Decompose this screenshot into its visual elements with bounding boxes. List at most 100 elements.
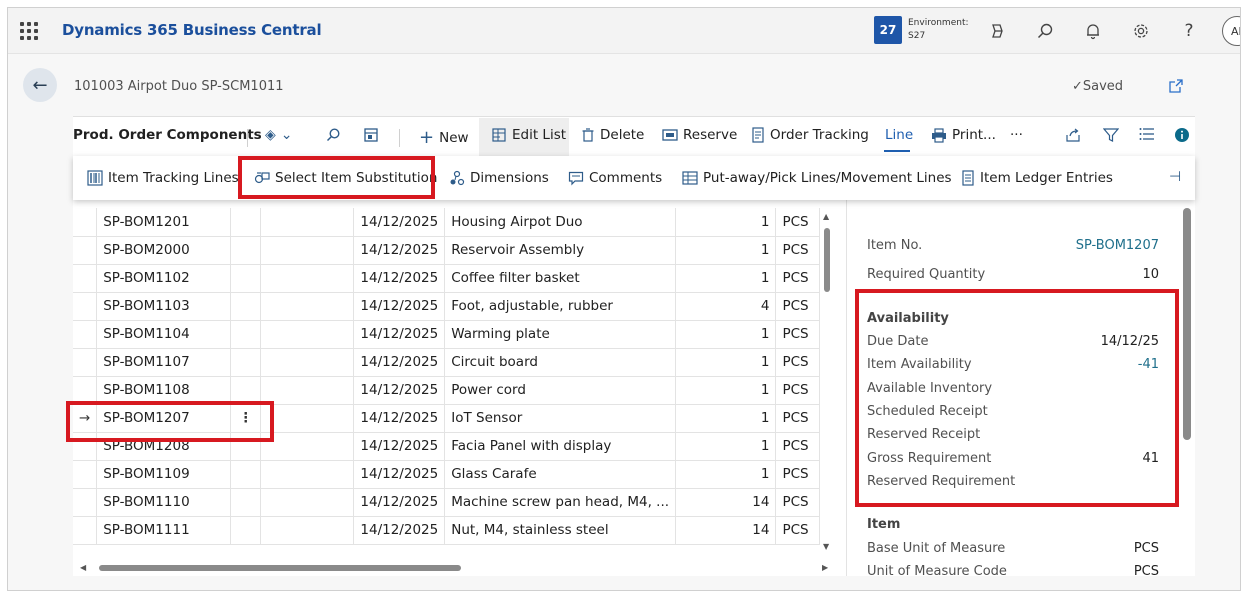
edit-list-label: Edit List xyxy=(512,127,567,143)
table-row[interactable]: SP-BOM1104 14/12/2025 Warming plate 1 PCS xyxy=(73,320,820,349)
due-date-cell: 14/12/2025 xyxy=(353,432,446,461)
item-no-link[interactable]: SP-BOM1207 xyxy=(1076,238,1159,253)
back-button[interactable]: ← xyxy=(23,68,57,102)
info-icon xyxy=(1175,128,1189,142)
open-new-window-icon[interactable] xyxy=(1168,78,1184,98)
table-row[interactable]: SP-BOM1208 14/12/2025 Facia Panel with dis… xyxy=(73,432,820,461)
table-row[interactable]: SP-BOM1110 14/12/2025 Machine screw pan he… xyxy=(73,488,820,517)
row-indicator xyxy=(73,460,98,489)
copilot-icon[interactable] xyxy=(986,20,1008,42)
print-button[interactable]: Print... xyxy=(931,127,996,143)
line-menu-tab[interactable]: Line xyxy=(885,127,913,143)
gear-icon[interactable] xyxy=(1130,20,1152,42)
table-row[interactable]: SP-BOM1103 14/12/2025 Foot, adjustable, ru… xyxy=(73,292,820,321)
edit-list-button[interactable]: Edit List xyxy=(491,127,566,143)
table-row[interactable]: SP-BOM1102 14/12/2025 Coffee filter basket… xyxy=(73,264,820,293)
vertical-scroll-thumb[interactable] xyxy=(824,228,830,292)
factbox-info-button[interactable] xyxy=(1174,127,1190,143)
uom-cell: PCS xyxy=(775,236,820,265)
more-actions-button[interactable]: ··· xyxy=(1010,127,1023,143)
due-date-cell: 14/12/2025 xyxy=(353,404,446,433)
row-actions-cell xyxy=(230,488,262,517)
scroll-left-icon[interactable]: ◀ xyxy=(80,563,86,572)
row-indicator xyxy=(73,376,98,405)
list-icon xyxy=(1139,128,1154,140)
table-row[interactable]: SP-BOM1201 14/12/2025 Housing Airpot Duo 1 P… xyxy=(73,208,820,237)
new-button[interactable]: + New xyxy=(419,127,469,148)
list-view-button[interactable] xyxy=(1139,127,1155,141)
share-button[interactable] xyxy=(1065,127,1081,143)
reserved-receipt-label: Reserved Receipt xyxy=(867,427,981,442)
due-date-cell: 14/12/2025 xyxy=(353,488,446,517)
factbox-scroll-thumb[interactable] xyxy=(1183,208,1191,440)
item-no-cell: SP-BOM1102 xyxy=(96,264,232,293)
blank-cell xyxy=(260,264,355,293)
blank-cell xyxy=(260,404,355,433)
printer-icon xyxy=(932,127,946,143)
table-row[interactable]: SP-BOM1107 14/12/2025 Circuit board 1 PCS xyxy=(73,348,820,377)
delete-button[interactable]: Delete xyxy=(581,127,644,143)
comments-button[interactable]: Comments xyxy=(568,170,662,186)
item-no-cell: SP-BOM1108 xyxy=(96,376,232,405)
item-ledger-entries-button[interactable]: Item Ledger Entries xyxy=(961,170,1113,186)
order-tracking-button[interactable]: Order Tracking xyxy=(751,127,869,143)
description-cell: Coffee filter basket xyxy=(444,264,677,293)
dimensions-button[interactable]: Dimensions xyxy=(449,170,549,186)
divider xyxy=(399,129,400,147)
scroll-up-icon[interactable]: ▲ xyxy=(823,212,829,221)
grid-vertical-scrollbar[interactable]: ▲ ▼ xyxy=(820,208,834,564)
edit-list-icon xyxy=(492,128,506,142)
item-no-label: Item No. xyxy=(867,238,923,253)
horizontal-scroll-thumb[interactable] xyxy=(99,565,461,571)
filter-button[interactable] xyxy=(1103,127,1119,143)
item-availability-link[interactable]: -41 xyxy=(1138,357,1159,372)
app-title[interactable]: Dynamics 365 Business Central xyxy=(62,21,322,39)
factbox-reserved-receipt: Reserved Receipt xyxy=(867,427,1159,442)
action-bar: Prod. Order Components ◈ ⌄ + New Edit Li… xyxy=(73,116,1195,157)
description-cell: Housing Airpot Duo xyxy=(444,208,677,237)
ledger-icon xyxy=(962,170,974,186)
due-date-cell: 14/12/2025 xyxy=(353,236,446,265)
reserve-button[interactable]: Reserve xyxy=(662,127,737,143)
required-qty-label: Required Quantity xyxy=(867,267,986,282)
due-date-value: 14/12/25 xyxy=(1100,334,1159,349)
item-no-cell: SP-BOM1111 xyxy=(96,516,232,545)
help-icon[interactable]: ? xyxy=(1178,20,1200,42)
bell-icon[interactable] xyxy=(1082,20,1104,42)
substitution-icon xyxy=(254,172,270,184)
factbox-gross-requirement: Gross Requirement 41 xyxy=(867,451,1159,466)
blank-cell xyxy=(260,348,355,377)
factbox-item-availability: Item Availability -41 xyxy=(867,357,1159,372)
search-button[interactable] xyxy=(325,127,341,143)
scroll-down-icon[interactable]: ▼ xyxy=(823,542,829,551)
select-item-substitution-button[interactable]: Select Item Substitution xyxy=(254,170,437,186)
avatar[interactable]: Al xyxy=(1222,16,1240,46)
environment-badge[interactable]: 27 xyxy=(874,16,902,44)
grid-horizontal-scrollbar[interactable]: ◀ ▶ xyxy=(80,562,830,574)
uom-cell: PCS xyxy=(775,376,820,405)
scroll-right-icon[interactable]: ▶ xyxy=(822,563,828,572)
putaway-pick-lines-button[interactable]: Put-away/Pick Lines/Movement Lines xyxy=(682,170,952,186)
table-row[interactable]: SP-BOM1111 14/12/2025 Nut, M4, stainless s… xyxy=(73,516,820,545)
table-row[interactable]: SP-BOM2000 14/12/2025 Reservoir Assembly 1 P… xyxy=(73,236,820,265)
copilot-menu-button[interactable]: ◈ ⌄ xyxy=(265,127,293,143)
pin-icon[interactable]: ⊣ xyxy=(1169,169,1181,185)
app-launcher-icon[interactable] xyxy=(20,22,38,40)
table-row[interactable]: → SP-BOM1207 ⋮ 14/12/2025 IoT Sensor 1 PCS xyxy=(73,404,820,433)
item-tracking-lines-button[interactable]: Item Tracking Lines xyxy=(87,170,239,186)
quantity-cell: 1 xyxy=(675,460,777,489)
view-layout-button[interactable] xyxy=(363,127,379,143)
quantity-cell: 1 xyxy=(675,432,777,461)
due-date-cell: 14/12/2025 xyxy=(353,208,446,237)
comments-label: Comments xyxy=(589,170,663,186)
due-date-cell: 14/12/2025 xyxy=(353,320,446,349)
row-actions-button[interactable]: ⋮ xyxy=(230,404,262,433)
row-actions-cell xyxy=(230,376,262,405)
saved-status: ✓Saved xyxy=(1072,79,1124,94)
search-icon[interactable] xyxy=(1034,20,1056,42)
line-tab-underline xyxy=(884,150,910,152)
table-row[interactable]: SP-BOM1108 14/12/2025 Power cord 1 PCS xyxy=(73,376,820,405)
environment-label[interactable]: Environment: S27 xyxy=(908,17,969,43)
table-row[interactable]: SP-BOM1109 14/12/2025 Glass Carafe 1 PCS xyxy=(73,460,820,489)
blank-cell xyxy=(260,376,355,405)
